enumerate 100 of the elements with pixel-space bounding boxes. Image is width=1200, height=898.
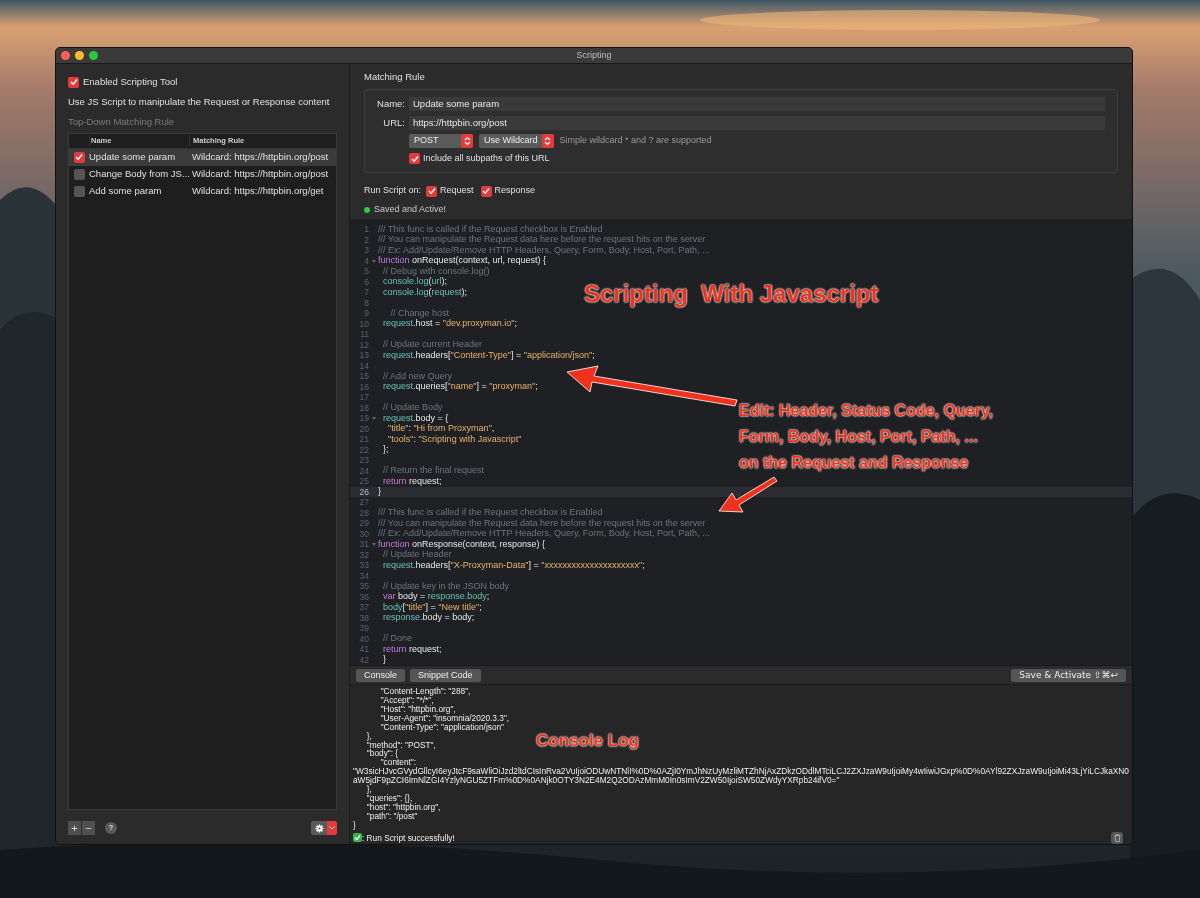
close-button[interactable] [61,51,70,60]
line-number: 14 [358,359,369,373]
save-activate-button[interactable]: Save & Activate ⇧⌘↩ [1011,668,1126,682]
console-line: "User-Agent": "insomnia/2020.3.3", [379,713,510,723]
line-number: 33 [358,559,369,572]
console-line: }, [365,731,372,741]
checkbox[interactable] [68,76,79,88]
code-line: /// Ex: Add/Update/Remove HTTP Headers, Query, Form, Body, Host, Port, Path, ... [378,244,710,256]
method-select[interactable]: POST [409,133,473,148]
code-line: // Debug with console.log() [382,265,490,277]
line-number: 3 [363,244,369,257]
settings-icon [314,823,324,833]
checkbox-label: Include all subpaths of this URL [423,151,550,165]
stepper-icon [461,133,473,148]
code-line: console.log(request); [382,286,468,299]
code-line: // Update Body [382,401,443,414]
console-line: } [353,820,356,830]
line-number: 10 [358,317,369,331]
code-line: "title": "Hi from Proxyman", [387,423,495,435]
line-number: 40 [358,632,369,646]
fold-icon[interactable] [371,259,376,263]
trash-button[interactable] [1111,831,1123,844]
line-number: 34 [358,569,369,583]
checkbox[interactable] [409,153,420,164]
rule-row[interactable]: Change Body from JS... Wildcard: https://httpbin.org/post [69,165,336,183]
code-line: "tools": "Scripting with Javascript" [388,433,522,446]
stepper-icon [541,133,554,148]
code-line: console.log(url); [382,276,448,288]
code-line: request.host = "dev.proxyman.io"; [382,318,518,331]
table-cell-text: Wildcard: https://httpbin.org/post [191,167,330,182]
line-number: 27 [358,496,369,509]
code-line: /// Ex: Add/Update/Remove HTTP Headers, Query, Form, Body, Host, Port, Path, ... [378,528,710,540]
line-number: 20 [358,422,369,436]
line-number: 7 [363,286,369,299]
description: Use JS Script to manipulate the Request or Response content [68,95,331,110]
code-line: /// You can manipulate the Request data here before the request hits on the server [378,234,706,246]
code-line: response.body = body; [382,612,475,625]
table-cell-text: Wildcard: https://httpbin.org/get [191,184,325,199]
window-title: Scripting [576,48,612,62]
console-line: "Host": "httpbin.org", [379,704,456,714]
code-line: body["title"] = "New title"; [382,601,482,613]
rule-row[interactable]: Add some param Wildcard: https://httpbin.org/get [69,182,336,200]
line-number: 15 [358,370,369,383]
chevron-down-icon [329,826,335,830]
code-editor[interactable] [350,219,1132,666]
line-number: 1 [363,223,369,236]
checkbox[interactable] [73,168,85,180]
line-number: 22 [358,443,369,457]
code-line: // Update Header [382,549,452,561]
line-number: 16 [358,380,369,394]
checkbox[interactable] [426,185,438,197]
trash-icon [1113,833,1121,842]
code-line: /// You can manipulate the Request data here before the request hits on the server [378,517,706,529]
minimize-button[interactable] [75,51,84,60]
panel-button[interactable]: Snippet Code [410,668,481,682]
line-number: 23 [358,454,369,467]
remove-button[interactable]: − [82,821,95,835]
console-line: "Content-Length": "288", [379,687,471,696]
console-line: "path": "/post" [365,811,418,821]
success-icon [353,833,362,843]
line-number: 31 [358,538,369,551]
panel-button[interactable]: Console [356,668,406,682]
settings-menu-button[interactable] [311,821,337,835]
field-label: URL: [382,115,405,130]
line-number: 37 [358,601,369,614]
line-number: 25 [358,475,369,488]
help-button[interactable]: ? [105,822,117,834]
table-cell: Change Body from JS... [89,167,189,182]
code-line: // Update key in the JSON body [382,579,510,592]
checkbox[interactable] [73,151,85,163]
line-number: 29 [358,517,369,530]
table-cell-text: Update some param [89,150,177,165]
table-cell-text: Add some param [89,184,163,199]
console-line: }, [366,785,372,794]
checkbox[interactable] [73,185,85,197]
checkbox-label: Request [440,184,474,198]
add-button[interactable]: + [68,821,81,835]
fold-icon[interactable] [371,543,376,546]
name-field[interactable]: Update some param [409,97,1105,112]
line-number: 24 [358,464,369,478]
code-line: function onResponse(context, response) { [378,538,546,550]
console-line: "content": [380,758,417,768]
console-line: "Accept": "*/*", [379,695,434,705]
line-number: 39 [358,622,369,635]
checkbox[interactable] [480,185,492,197]
console-line: "W3sicHJvcGVydGllcyI6eyJtcF9saWliOiJzd2ltdCIsInRva2VuIjoiODUwNTNlI%0D%0AZjI0YmJhNzUyMzliMTZhNjAxZDkzODdlMTciLCJ2ZXJzaW9uIjoiMy4wIiwiJGxp%0D%0AYl92ZXJzaW9uIjoiMi43LjYiLCJkaXN0aW5jdF9pZCI6ImNlZGI4YzlyNGU5ZTFm%0D%0ANjk0OTY3N2E4M2Q2ODAzMmM0In0sImV2ZW50IjoiSW50ZWdyYXRpb24ifV0=" [353,767,1129,786]
code-line: function onRequest(context, url, request) { [378,255,547,267]
code-line: }; [382,443,389,457]
code-line: // Change host [389,306,450,319]
code-line: /// This func is called if the Request checkbox is Enabled [378,506,603,519]
section-label: Top-Down Matching Rule [68,114,176,129]
fold-icon[interactable] [371,417,376,420]
line-number: 36 [358,590,369,604]
zoom-button[interactable] [89,51,98,60]
line-number: 2 [363,233,369,247]
code-line: } [378,485,381,499]
line-number: 32 [358,548,369,562]
match-type-select[interactable]: Use Wildcard [479,133,554,148]
line-number: 4 [363,254,369,268]
url-field[interactable]: https://httpbin.org/post [409,115,1105,130]
